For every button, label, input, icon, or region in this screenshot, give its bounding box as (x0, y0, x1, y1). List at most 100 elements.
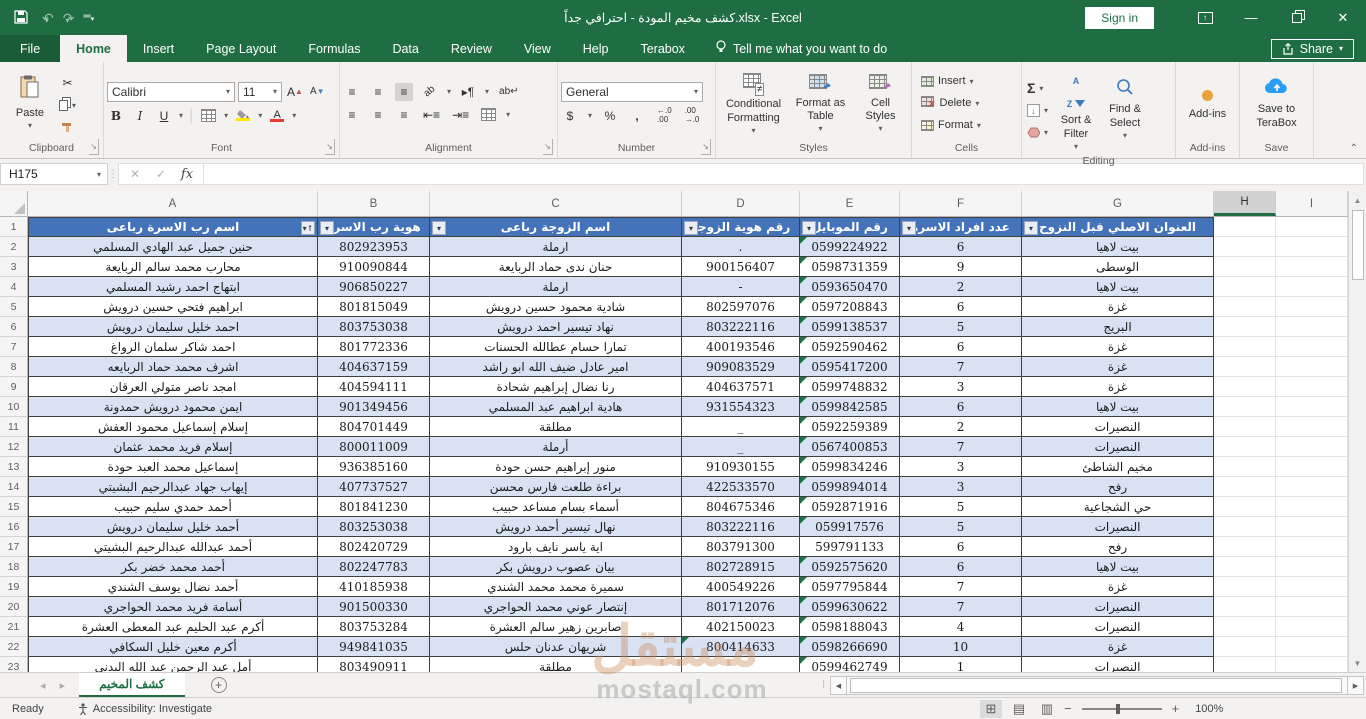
cell-G18[interactable]: بيت لاهيا (1022, 557, 1214, 577)
zoom-slider-thumb[interactable] (1115, 703, 1120, 714)
cell-H19[interactable] (1214, 577, 1276, 597)
cell-H9[interactable] (1214, 377, 1276, 397)
ribbon-tab-review[interactable]: Review (435, 35, 508, 62)
cell-G7[interactable]: غزة (1022, 337, 1214, 357)
cell-B9[interactable]: 404594111 (318, 377, 430, 397)
cell-B19[interactable]: 410185938 (318, 577, 430, 597)
merge-center-icon[interactable] (479, 106, 498, 124)
cut-icon[interactable]: ✂ (57, 74, 78, 92)
cell-D2[interactable]: . (682, 237, 800, 257)
number-dialog-launcher-icon[interactable]: ↘ (701, 139, 711, 155)
formula-input[interactable] (204, 163, 1364, 185)
cell-E7[interactable]: 0592590462 (800, 337, 900, 357)
customize-qat-icon[interactable]: ═▾ (84, 12, 95, 24)
cell-F20[interactable]: 7 (900, 597, 1022, 617)
row-header-22[interactable]: 22 (0, 637, 28, 657)
cell-F6[interactable]: 5 (900, 317, 1022, 337)
cell-F13[interactable]: 3 (900, 457, 1022, 477)
cell-B11[interactable]: 804701449 (318, 417, 430, 437)
cell-I7[interactable] (1276, 337, 1348, 357)
cell-D17[interactable]: 803791300 (682, 537, 800, 557)
cell-G22[interactable]: غزة (1022, 637, 1214, 657)
zoom-percentage[interactable]: 100% (1195, 703, 1229, 715)
cell-C23[interactable]: مطلقة (430, 657, 682, 672)
cell-H10[interactable] (1214, 397, 1276, 417)
cell-C5[interactable]: شادية محمود حسين درويش (430, 297, 682, 317)
cell-D10[interactable]: 931554323 (682, 397, 800, 417)
ribbon-tab-page-layout[interactable]: Page Layout (190, 35, 292, 62)
cell-C13[interactable]: منور إبراهيم حسن حودة (430, 457, 682, 477)
cell-A21[interactable]: أكرم عبد الحليم عبد المعطى العشرة (28, 617, 318, 637)
cell-H13[interactable] (1214, 457, 1276, 477)
cell-F12[interactable]: 7 (900, 437, 1022, 457)
cell-A12[interactable]: إسلام فريد محمد عثمان (28, 437, 318, 457)
cell-F19[interactable]: 7 (900, 577, 1022, 597)
cell-F15[interactable]: 5 (900, 497, 1022, 517)
wrap-text-icon[interactable]: ab↵ (497, 83, 521, 101)
font-size-select[interactable]: 11 ▾ (238, 81, 282, 102)
font-name-select[interactable]: Calibri ▾ (107, 81, 235, 102)
vertical-scrollbar[interactable]: ▲ ▼ (1348, 191, 1366, 672)
cell-G14[interactable]: رفح (1022, 477, 1214, 497)
page-layout-view-icon[interactable]: ▤ (1008, 700, 1030, 718)
ribbon-tab-formulas[interactable]: Formulas (292, 35, 376, 62)
cell-C20[interactable]: إنتصار عوني محمد الحواجري (430, 597, 682, 617)
cell-A17[interactable]: أحمد عبدالله عبدالرحيم البشيتي (28, 537, 318, 557)
align-center-icon[interactable]: ≡ (369, 106, 387, 124)
clipboard-dialog-launcher-icon[interactable]: ↘ (89, 139, 99, 155)
increase-decimal-icon[interactable]: ←.0.00 (655, 106, 674, 125)
cell-C21[interactable]: صابرين زهير سالم العشرة (430, 617, 682, 637)
cell-E21[interactable]: 0598188043 (800, 617, 900, 637)
cell-D11[interactable]: _ (682, 417, 800, 437)
cell-H11[interactable] (1214, 417, 1276, 437)
cell-I18[interactable] (1276, 557, 1348, 577)
close-button[interactable]: ✕ (1320, 0, 1366, 35)
cell-H3[interactable] (1214, 257, 1276, 277)
sort-filter-icon[interactable]: ↑▾ (301, 221, 315, 235)
cell-A16[interactable]: أحمد خليل سليمان درويش (28, 517, 318, 537)
cell-F3[interactable]: 9 (900, 257, 1022, 277)
row-header-20[interactable]: 20 (0, 597, 28, 617)
cell-D7[interactable]: 400193546 (682, 337, 800, 357)
cell-D22[interactable]: 800414633 (682, 637, 800, 657)
cell-I19[interactable] (1276, 577, 1348, 597)
fill-color-icon[interactable] (234, 107, 252, 125)
row-header-13[interactable]: 13 (0, 457, 28, 477)
cell-F22[interactable]: 10 (900, 637, 1022, 657)
cell-E6[interactable]: 0599138537 (800, 317, 900, 337)
cell-I13[interactable] (1276, 457, 1348, 477)
column-header-C[interactable]: C (430, 191, 682, 216)
cell-G19[interactable]: غزة (1022, 577, 1214, 597)
ribbon-display-options-icon[interactable]: ↑ (1182, 0, 1228, 35)
cell-A4[interactable]: ابتهاج احمد رشيد المسلمي (28, 277, 318, 297)
cell-H15[interactable] (1214, 497, 1276, 517)
cell-B17[interactable]: 802420729 (318, 537, 430, 557)
cell-I15[interactable] (1276, 497, 1348, 517)
cell-A7[interactable]: احمد شاكر سلمان الرواغ (28, 337, 318, 357)
ribbon-tab-home[interactable]: Home (60, 35, 127, 62)
cell-G2[interactable]: بيت لاهيا (1022, 237, 1214, 257)
row-header-10[interactable]: 10 (0, 397, 28, 417)
decrease-decimal-icon[interactable]: .00 →.0 (683, 106, 702, 125)
cell-G23[interactable]: النصيرات (1022, 657, 1214, 672)
clear-icon[interactable]: ▾ (1027, 122, 1048, 142)
row-header-21[interactable]: 21 (0, 617, 28, 637)
cell-I22[interactable] (1276, 637, 1348, 657)
number-format-select[interactable]: General ▾ (561, 81, 703, 102)
redo-icon[interactable]: ↷▾ (63, 11, 75, 25)
comma-style-icon[interactable]: , (628, 107, 646, 125)
row-header-7[interactable]: 7 (0, 337, 28, 357)
header-cell-D[interactable]: رقم هوية الزوجة ▾ (682, 217, 800, 237)
cell-G12[interactable]: النصيرات (1022, 437, 1214, 457)
cell-F4[interactable]: 2 (900, 277, 1022, 297)
scroll-down-icon[interactable]: ▼ (1349, 654, 1366, 672)
new-sheet-icon[interactable]: + (210, 677, 227, 693)
row-header-18[interactable]: 18 (0, 557, 28, 577)
cell-C10[interactable]: هادية ابراهيم عبد المسلمي (430, 397, 682, 417)
row-header-19[interactable]: 19 (0, 577, 28, 597)
row-header-14[interactable]: 14 (0, 477, 28, 497)
confirm-entry-icon[interactable]: ✓ (149, 167, 173, 181)
cell-A19[interactable]: أحمد نضال يوسف الشندي (28, 577, 318, 597)
filter-icon[interactable]: ▾ (802, 221, 816, 235)
percent-style-icon[interactable]: % (601, 107, 619, 125)
